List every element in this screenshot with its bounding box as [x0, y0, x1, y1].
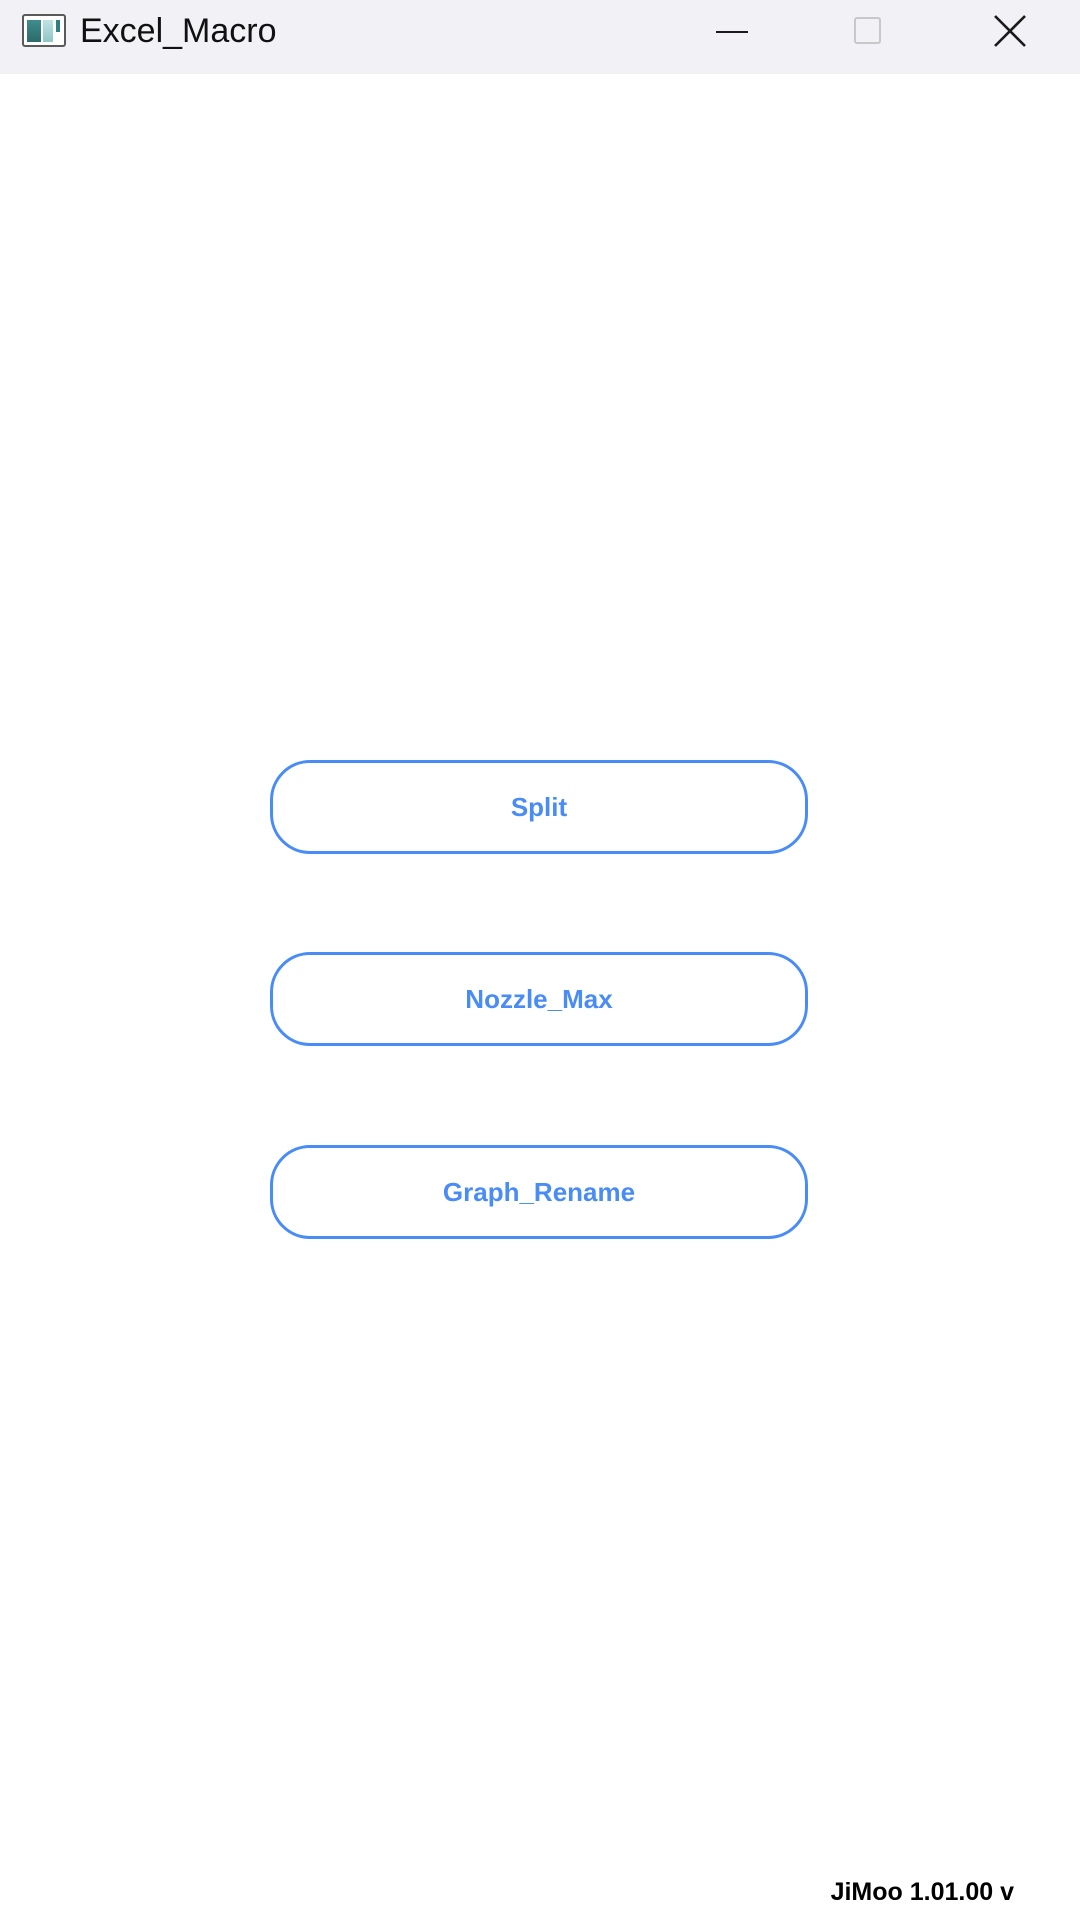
minimize-icon [716, 31, 748, 33]
graph-rename-button[interactable]: Graph_Rename [270, 1145, 808, 1239]
title-bar[interactable]: Excel_Macro [0, 0, 1080, 74]
version-label: JiMoo 1.01.00 v [830, 1878, 1014, 1906]
nozzle-max-button[interactable]: Nozzle_Max [270, 952, 808, 1046]
nozzle-max-button-label: Nozzle_Max [465, 983, 613, 1014]
close-icon [994, 15, 1026, 47]
close-button[interactable] [946, 0, 1076, 62]
app-window: Excel_Macro Split Nozzle_Max Graph_Renam… [0, 0, 1080, 1920]
maximize-icon [854, 17, 881, 44]
app-icon-pane-middle [43, 20, 53, 42]
split-button-label: Split [510, 791, 568, 822]
maximize-button[interactable] [804, 0, 934, 62]
app-icon-pane-right [56, 20, 60, 32]
app-icon-pane-left [27, 20, 41, 42]
minimize-button[interactable] [666, 0, 796, 62]
split-button[interactable]: Split [270, 760, 808, 854]
app-window-icon[interactable] [22, 14, 66, 47]
window-title: Excel_Macro [80, 12, 277, 50]
graph-rename-button-label: Graph_Rename [442, 1176, 636, 1207]
